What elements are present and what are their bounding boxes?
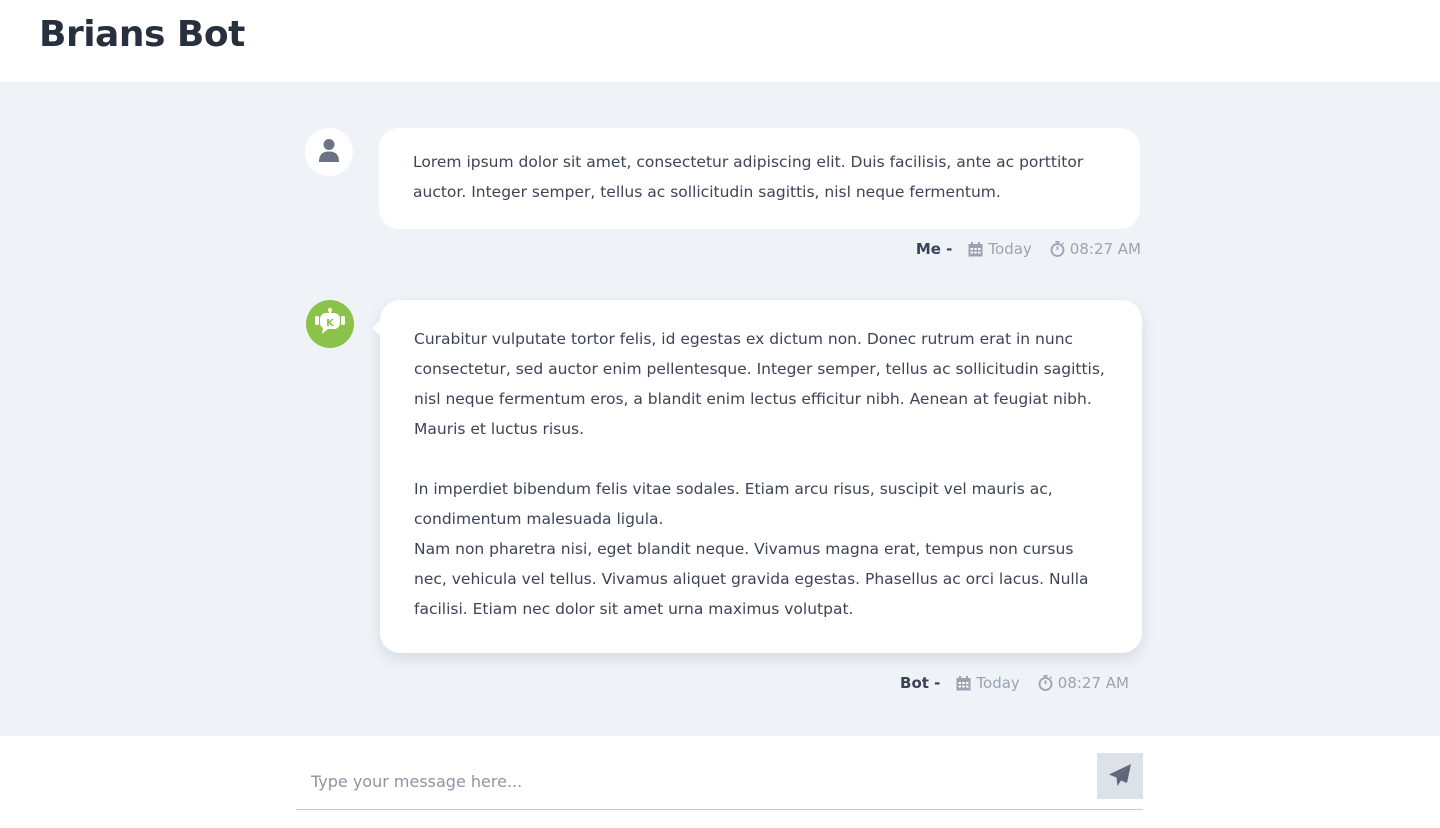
user-message-meta: Me - Today 08:27 AM: [916, 240, 1141, 258]
message-time: 08:27 AM: [1069, 240, 1141, 258]
bot-message-bubble: Curabitur vulputate tortor felis, id ege…: [372, 300, 1142, 653]
message-composer: [0, 736, 1440, 828]
robot-icon: K: [313, 307, 347, 341]
message-text: Nam non pharetra nisi, eget blandit nequ…: [414, 540, 1089, 618]
app-header: Brians Bot: [0, 0, 1440, 82]
calendar-icon: [956, 675, 971, 691]
message-text: Lorem ipsum dolor sit amet, consectetur …: [413, 153, 1084, 201]
message-text: In imperdiet bibendum felis vitae sodale…: [414, 480, 1053, 528]
svg-text:K: K: [326, 318, 335, 329]
message-input[interactable]: [296, 753, 1143, 810]
message-date: Today: [988, 240, 1032, 258]
user-message-bubble: Lorem ipsum dolor sit amet, consectetur …: [379, 128, 1140, 229]
message-time: 08:27 AM: [1057, 674, 1129, 692]
stopwatch-icon: [1038, 675, 1053, 691]
user-avatar: [305, 128, 353, 176]
calendar-icon: [968, 241, 983, 257]
stopwatch-icon: [1050, 241, 1065, 257]
message-sender: Me -: [915, 240, 953, 258]
paper-plane-icon: [1108, 763, 1132, 790]
message-date: Today: [976, 674, 1020, 692]
bot-avatar: K: [306, 300, 354, 348]
message-sender: Bot -: [900, 674, 941, 692]
user-icon: [319, 138, 339, 166]
send-button[interactable]: [1097, 753, 1143, 799]
message-text: Curabitur vulputate tortor felis, id ege…: [414, 330, 1105, 438]
bot-message-meta: Bot - Today 08:27 AM: [900, 674, 1129, 692]
page-title: Brians Bot: [39, 14, 245, 55]
